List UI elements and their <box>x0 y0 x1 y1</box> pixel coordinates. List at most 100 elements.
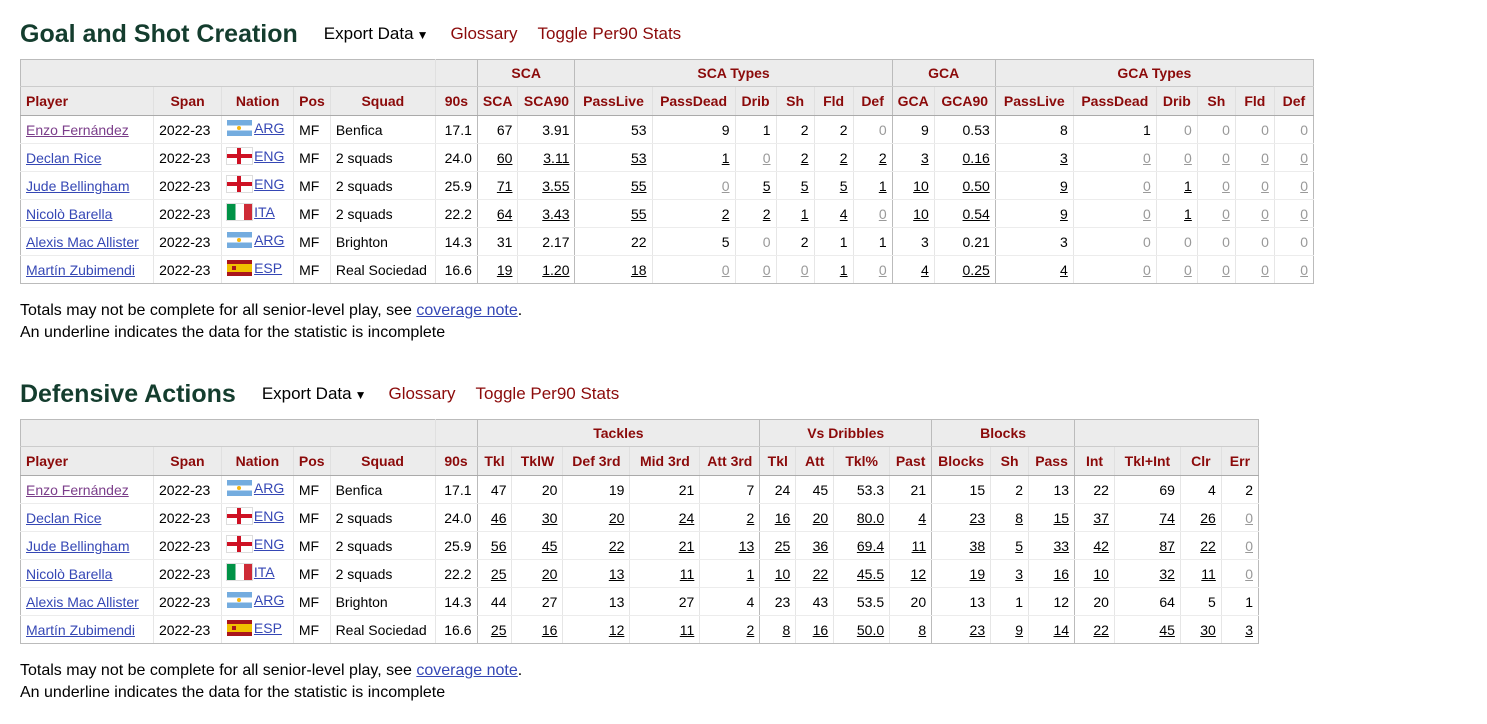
col-header[interactable]: Fld <box>1235 86 1275 116</box>
stat-cell: 23 <box>931 503 992 532</box>
player-cell: Jude Bellingham <box>20 531 154 560</box>
player-link[interactable]: Alexis Mac Allister <box>26 594 139 610</box>
player-link[interactable]: Jude Bellingham <box>26 538 130 554</box>
col-header[interactable]: Pos <box>293 86 331 116</box>
def-toggle-per90-link[interactable]: Toggle Per90 Stats <box>476 384 620 404</box>
col-header[interactable]: Fld <box>814 86 854 116</box>
gsc-toggle-per90-link[interactable]: Toggle Per90 Stats <box>538 24 682 44</box>
stat-cell: 8 <box>759 615 797 644</box>
stat-cell: 3.55 <box>517 171 576 200</box>
col-header[interactable]: Tkl% <box>833 446 891 476</box>
col-header[interactable]: Def <box>853 86 893 116</box>
col-header[interactable]: Player <box>20 446 154 476</box>
player-link[interactable]: Alexis Mac Allister <box>26 234 139 250</box>
col-header[interactable]: Sh <box>1197 86 1236 116</box>
player-link[interactable]: Enzo Fernández <box>26 122 129 138</box>
stat-cell: 0 <box>1274 199 1315 228</box>
col-header[interactable]: Drib <box>735 86 777 116</box>
stat-cell: 5 <box>652 227 736 256</box>
col-header[interactable]: Err <box>1221 446 1260 476</box>
nation-link[interactable]: ARG <box>254 232 284 248</box>
nation-link[interactable]: ESP <box>254 260 282 276</box>
table-row: Alexis Mac Allister 2022-23 ARG MF Brighton 1… <box>19 227 1315 256</box>
col-header[interactable]: Tkl <box>759 446 797 476</box>
stat-cell: 21 <box>889 475 933 504</box>
col-header[interactable]: Squad <box>330 86 436 116</box>
gsc-export-data-button[interactable]: Export Data ▼ <box>324 24 429 44</box>
nation-link[interactable]: ENG <box>254 176 284 192</box>
col-header[interactable]: 90s <box>435 86 478 116</box>
player-link[interactable]: Martín Zubimendi <box>26 262 135 278</box>
col-header[interactable]: 90s <box>435 446 478 476</box>
squad-cell: Real Sociedad <box>330 615 436 644</box>
gsc-section: Goal and Shot Creation Export Data ▼ Glos… <box>19 18 1315 344</box>
nation-link[interactable]: ARG <box>254 592 284 608</box>
col-header[interactable]: Nation <box>221 446 294 476</box>
col-header[interactable]: PassLive <box>574 86 653 116</box>
col-header[interactable]: Nation <box>221 86 295 116</box>
nation: ITA <box>225 563 275 581</box>
stat-cell: 22 <box>562 531 631 560</box>
col-header[interactable]: Def 3rd <box>562 446 631 476</box>
gsc-header: Goal and Shot Creation Export Data ▼ Glos… <box>20 18 1314 50</box>
stat-cell: 18 <box>574 255 653 284</box>
col-header[interactable]: Drib <box>1156 86 1198 116</box>
squad-cell: 2 squads <box>330 531 436 560</box>
gsc-glossary-link[interactable]: Glossary <box>450 24 517 44</box>
stat-cell: 5 <box>776 171 815 200</box>
col-header[interactable]: Def <box>1274 86 1315 116</box>
col-header[interactable]: TklW <box>511 446 564 476</box>
col-header[interactable]: Tkl+Int <box>1114 446 1181 476</box>
player-link[interactable]: Nicolò Barella <box>26 566 112 582</box>
nation-link[interactable]: ENG <box>254 536 284 552</box>
player-link[interactable]: Declan Rice <box>26 510 101 526</box>
col-header[interactable]: Squad <box>330 446 436 476</box>
col-header[interactable]: Att <box>795 446 835 476</box>
col-header[interactable]: PassLive <box>995 86 1074 116</box>
col-header[interactable]: Span <box>153 86 223 116</box>
player-link[interactable]: Declan Rice <box>26 150 101 166</box>
col-header[interactable]: Pass <box>1028 446 1076 476</box>
nation-link[interactable]: ESP <box>254 620 282 636</box>
col-header[interactable]: Clr <box>1180 446 1222 476</box>
player-link[interactable]: Enzo Fernández <box>26 482 129 498</box>
col-header[interactable]: Blocks <box>931 446 992 476</box>
col-header[interactable]: Pos <box>293 446 331 476</box>
col-header[interactable]: Mid 3rd <box>629 446 701 476</box>
nation: ENG <box>226 147 284 165</box>
col-header[interactable]: Int <box>1074 446 1115 476</box>
col-header[interactable]: Span <box>153 446 222 476</box>
nation-link[interactable]: ENG <box>254 148 284 164</box>
player-link[interactable]: Nicolò Barella <box>26 206 112 222</box>
stat-cell: 45 <box>1114 615 1181 644</box>
stat-cell: 0 <box>735 143 777 172</box>
stat-cell: 2 <box>652 199 736 228</box>
stat-cell: 3.11 <box>517 143 576 172</box>
col-header[interactable]: Tkl <box>477 446 513 476</box>
col-header[interactable]: PassDead <box>1073 86 1157 116</box>
group-blank <box>435 419 478 447</box>
def-export-data-button[interactable]: Export Data ▼ <box>262 384 367 404</box>
player-cell: Nicolò Barella <box>19 199 155 228</box>
col-header[interactable]: Sh <box>990 446 1030 476</box>
col-header[interactable]: GCA90 <box>934 86 996 116</box>
def-glossary-link[interactable]: Glossary <box>388 384 455 404</box>
coverage-note-link[interactable]: coverage note <box>416 662 517 679</box>
nation-link[interactable]: ITA <box>254 204 275 220</box>
player-link[interactable]: Martín Zubimendi <box>26 622 135 638</box>
player-link[interactable]: Jude Bellingham <box>26 178 130 194</box>
nation-link[interactable]: ITA <box>254 564 275 580</box>
col-header[interactable]: Player <box>19 86 155 116</box>
col-header[interactable]: GCA <box>892 86 935 116</box>
stat-cell: 0 <box>1274 255 1315 284</box>
nation-link[interactable]: ENG <box>254 508 284 524</box>
col-header[interactable]: PassDead <box>652 86 736 116</box>
coverage-note-link[interactable]: coverage note <box>416 302 517 319</box>
nation-link[interactable]: ARG <box>254 120 284 136</box>
col-header[interactable]: Past <box>889 446 933 476</box>
nation-link[interactable]: ARG <box>254 480 284 496</box>
col-header[interactable]: Att 3rd <box>699 446 761 476</box>
col-header[interactable]: Sh <box>776 86 815 116</box>
col-header[interactable]: SCA <box>477 86 519 116</box>
col-header[interactable]: SCA90 <box>517 86 576 116</box>
